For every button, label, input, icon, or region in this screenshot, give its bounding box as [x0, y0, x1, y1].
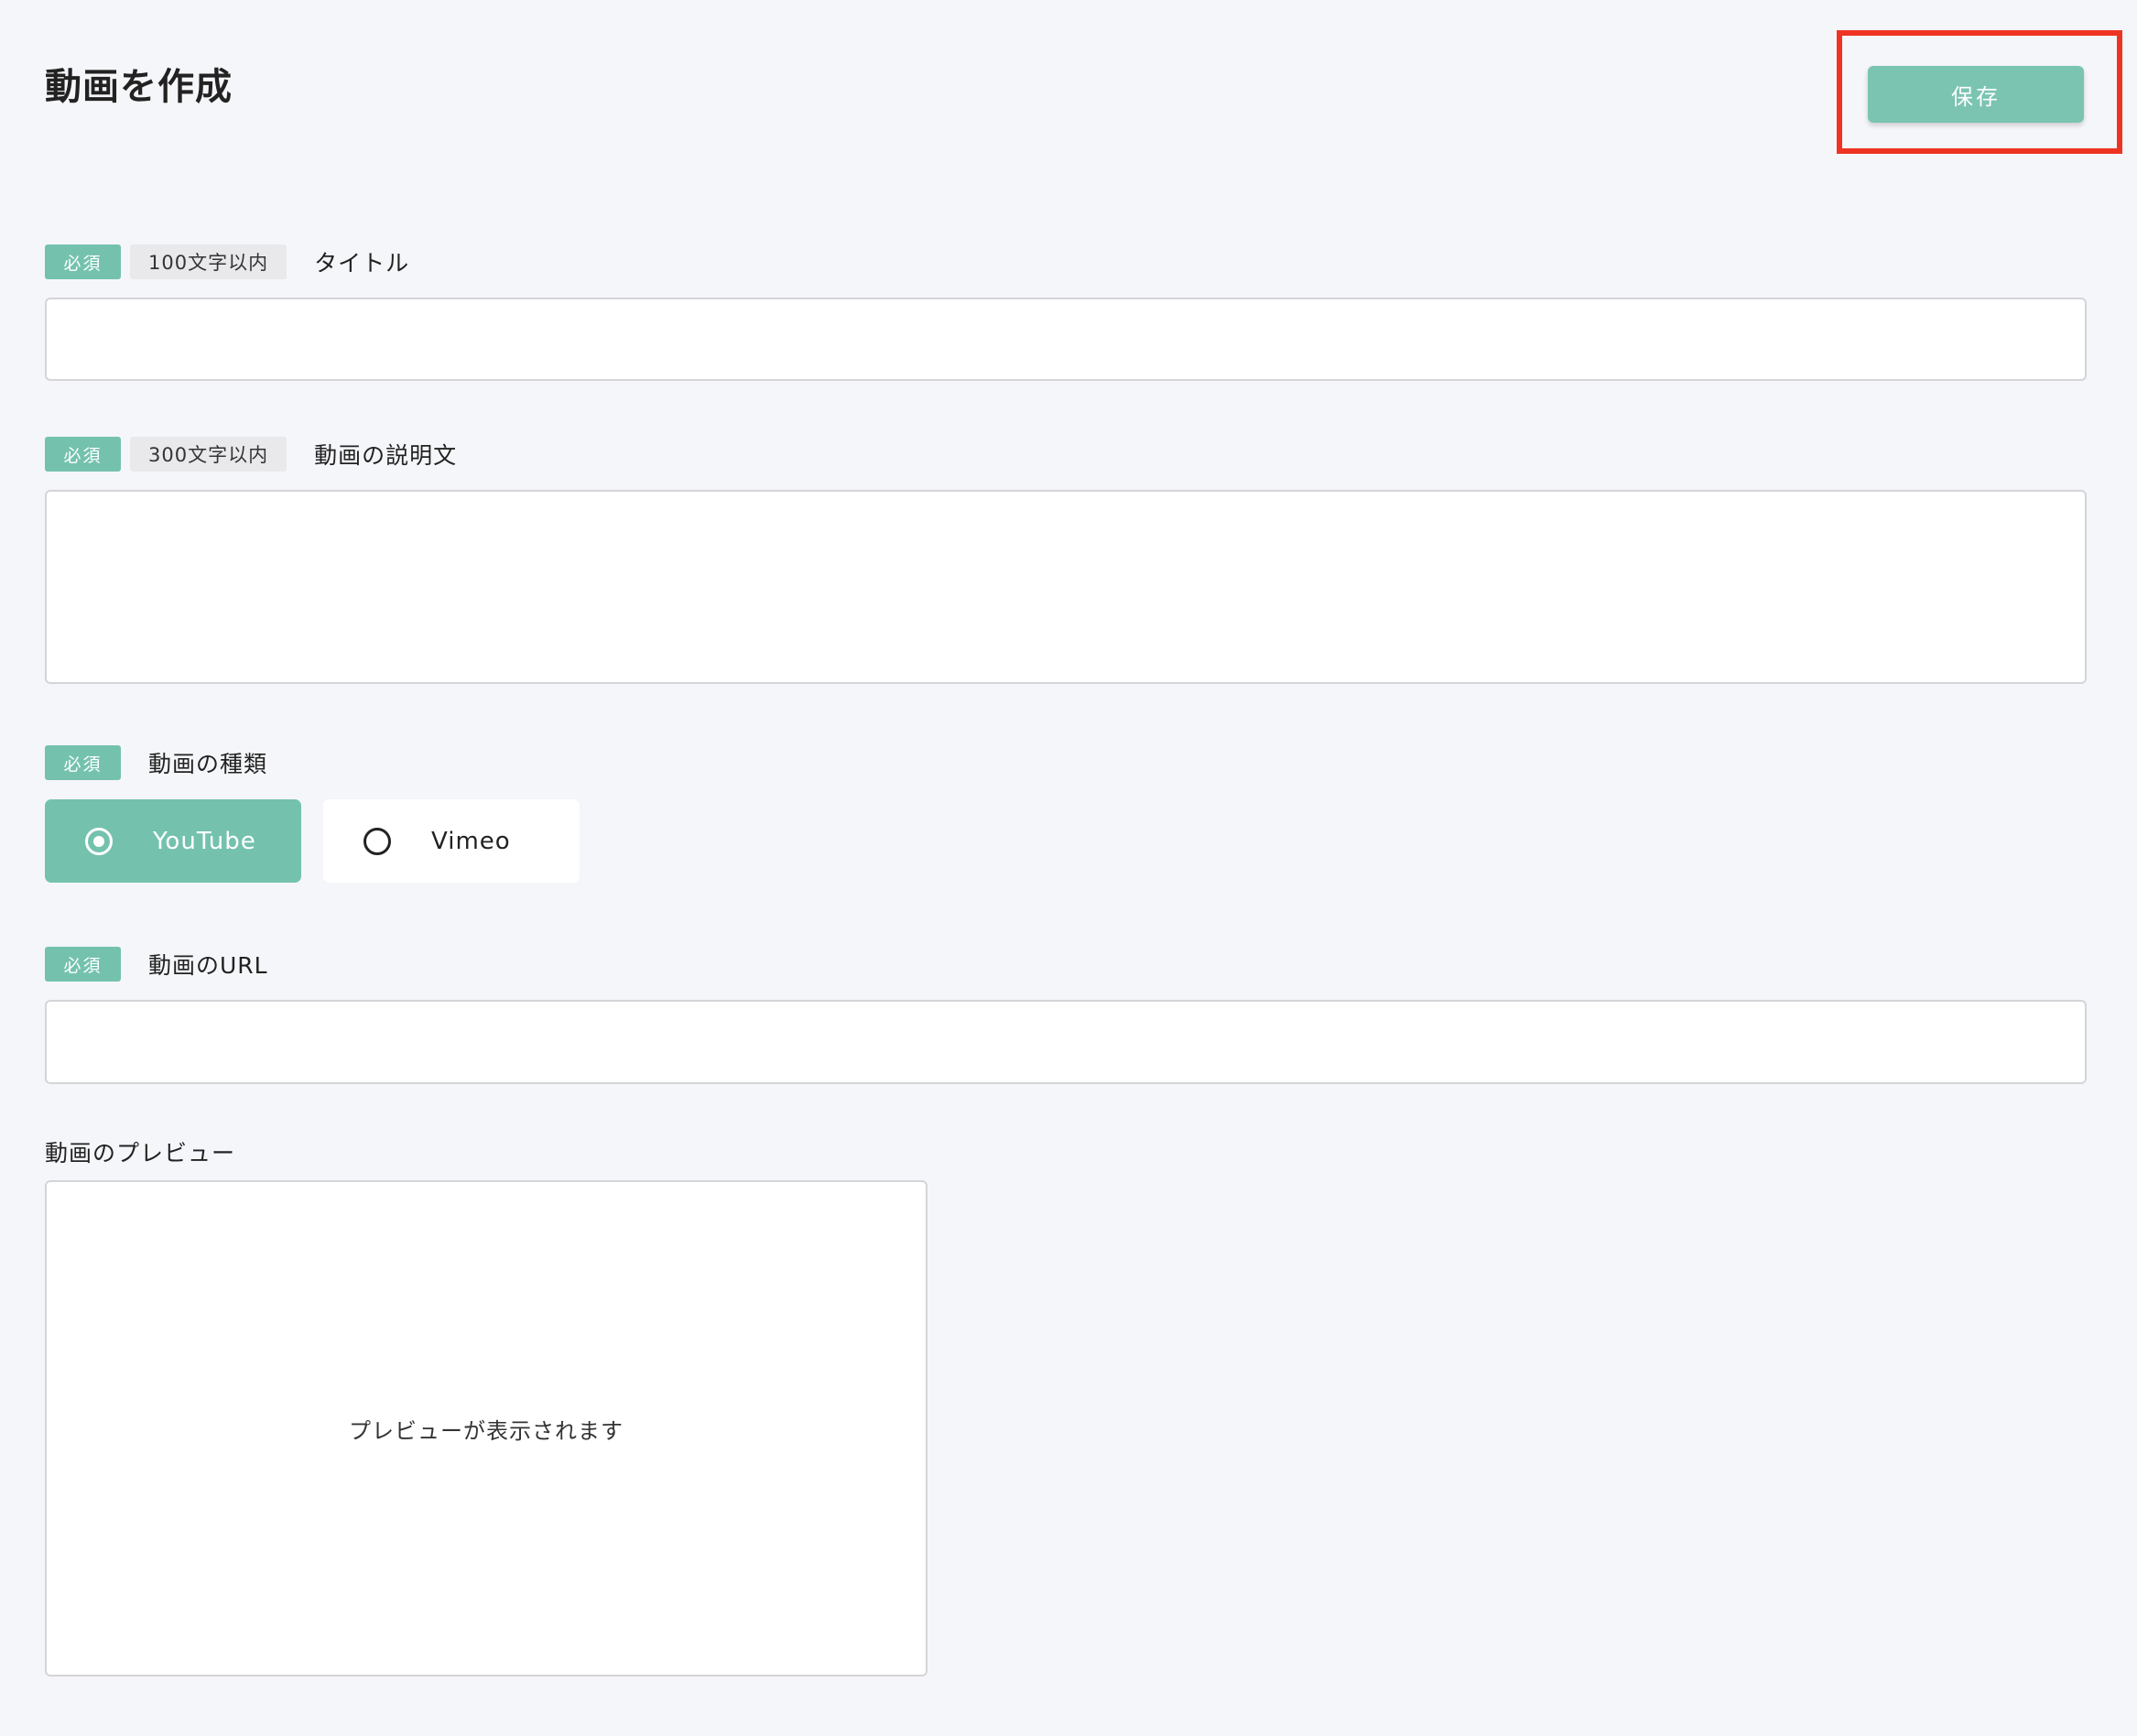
- video-type-field-label: 動画の種類: [148, 751, 268, 777]
- radio-option-label: Vimeo: [431, 827, 511, 855]
- required-badge: 必須: [45, 437, 121, 472]
- video-type-field-label-row: 必須 動画の種類: [45, 745, 267, 780]
- char-limit-badge: 100文字以内: [130, 244, 287, 279]
- title-field-label: タイトル: [314, 250, 410, 277]
- char-limit-badge: 300文字以内: [130, 437, 287, 472]
- required-badge: 必須: [45, 745, 121, 780]
- save-button[interactable]: 保存: [1868, 66, 2084, 123]
- radio-selected-icon: [85, 827, 113, 855]
- required-badge: 必須: [45, 947, 121, 982]
- preview-label: 動画のプレビュー: [45, 1140, 236, 1166]
- url-field-label: 動画のURL: [148, 952, 268, 979]
- radio-option-vimeo[interactable]: Vimeo: [323, 799, 580, 883]
- radio-option-label: YouTube: [153, 827, 256, 855]
- description-field-label-row: 必須 300文字以内 動画の説明文: [45, 437, 457, 472]
- required-badge: 必須: [45, 244, 121, 279]
- preview-placeholder-text: プレビューが表示されます: [349, 1417, 624, 1444]
- url-field-label-row: 必須 動画のURL: [45, 947, 268, 982]
- description-field-label: 動画の説明文: [314, 442, 458, 469]
- radio-unselected-icon: [363, 827, 391, 855]
- title-field-label-row: 必須 100文字以内 タイトル: [45, 244, 409, 279]
- video-preview-area: プレビューが表示されます: [45, 1180, 927, 1676]
- url-input[interactable]: [45, 1000, 2087, 1084]
- page-title: 動画を作成: [45, 66, 233, 108]
- description-textarea[interactable]: [45, 490, 2087, 684]
- title-input[interactable]: [45, 298, 2087, 381]
- radio-option-youtube[interactable]: YouTube: [45, 799, 301, 883]
